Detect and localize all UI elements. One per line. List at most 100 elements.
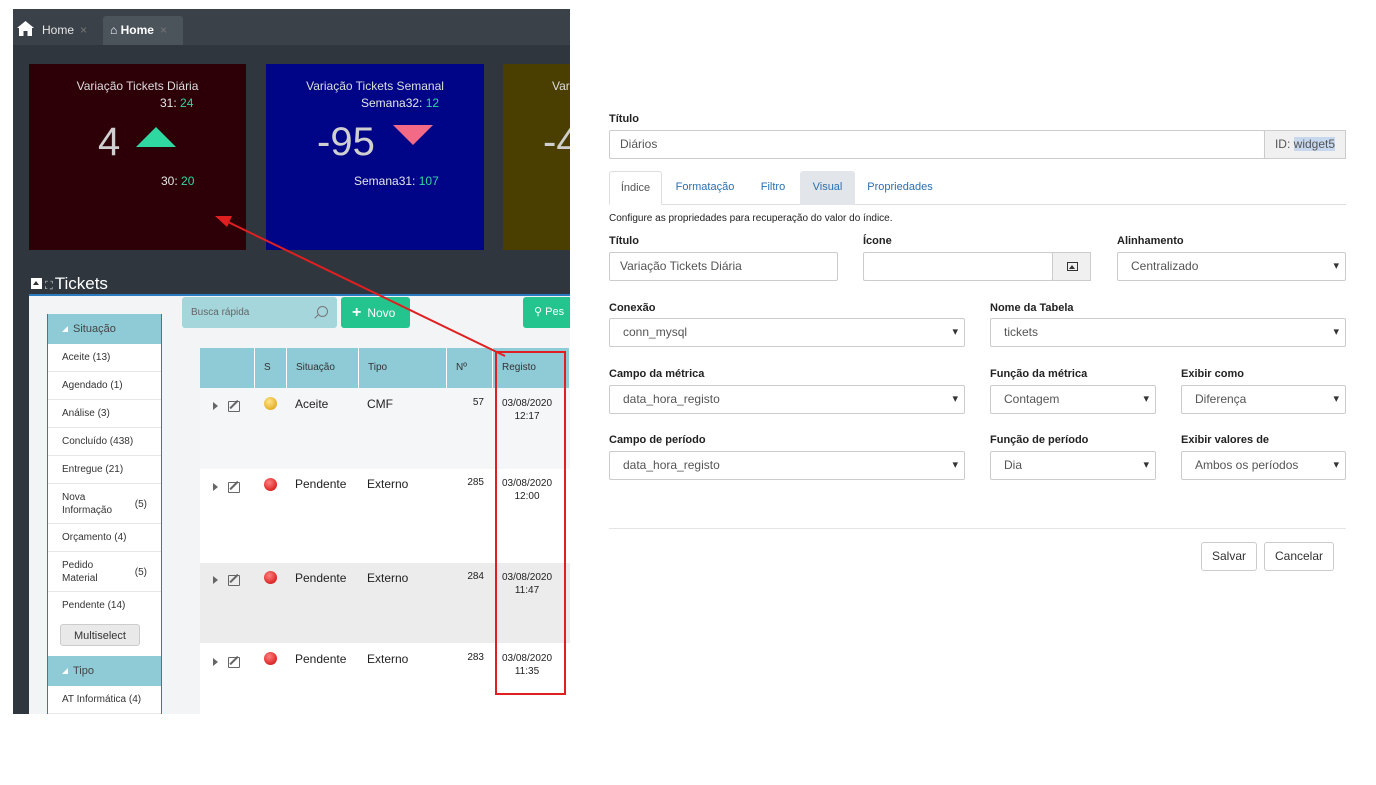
- field-exibir-select[interactable]: Diferença: [1181, 385, 1346, 414]
- filter-label: Pendente (14): [62, 600, 126, 611]
- field-exibir-label: Exibir como: [1181, 368, 1244, 380]
- icon-picker-button[interactable]: [1052, 252, 1091, 281]
- title-input[interactable]: Diários: [609, 130, 1265, 159]
- tab-home-2[interactable]: ⌂ Home ×: [103, 16, 183, 45]
- field-funcao-metrica-select[interactable]: Contagem: [990, 385, 1156, 414]
- new-button[interactable]: + Novo: [341, 297, 410, 328]
- expand-row-icon[interactable]: [213, 402, 218, 410]
- close-icon[interactable]: ×: [80, 23, 87, 37]
- cell-num: 285: [467, 477, 484, 488]
- filter-group-tipo[interactable]: Tipo: [48, 656, 161, 686]
- expand-row-icon[interactable]: [213, 483, 218, 491]
- filter-group-situacao[interactable]: Situação: [48, 314, 161, 344]
- field-campo-periodo-select[interactable]: data_hora_registo: [609, 451, 965, 480]
- table-header[interactable]: Nº: [447, 348, 493, 388]
- filter-item[interactable]: Entregue (21): [48, 456, 161, 484]
- id-value[interactable]: widget5: [1293, 137, 1336, 151]
- tab-home-1[interactable]: Home ×: [39, 16, 109, 45]
- filter-item[interactable]: Nova Informação (5): [48, 484, 161, 524]
- save-button[interactable]: Salvar: [1201, 542, 1257, 571]
- edit-icon[interactable]: [228, 482, 240, 493]
- widget-big-value: -4: [543, 120, 570, 164]
- title-label: Título: [609, 113, 639, 125]
- tab-formatacao[interactable]: Formatação: [670, 171, 740, 205]
- cancel-button[interactable]: Cancelar: [1264, 542, 1334, 571]
- status-red-icon: [264, 478, 277, 491]
- cell-situacao: Pendente: [295, 571, 347, 585]
- expand-row-icon[interactable]: [213, 576, 218, 584]
- section-title-text: Tickets: [54, 274, 108, 293]
- multiselect-button[interactable]: Multiselect: [60, 624, 140, 646]
- tab-propriedades[interactable]: Propriedades: [862, 171, 938, 205]
- filter-item[interactable]: AT Informática (4): [48, 686, 161, 714]
- edit-icon[interactable]: [228, 401, 240, 412]
- expand-icon[interactable]: ⛶: [45, 280, 53, 292]
- field-titulo-input[interactable]: Variação Tickets Diária: [609, 252, 838, 281]
- cell-num: 57: [472, 397, 484, 408]
- filter-item[interactable]: Aceite (13): [48, 344, 161, 372]
- widget-bottom-value: 107: [418, 174, 439, 188]
- tab-indice[interactable]: Índice: [609, 171, 662, 205]
- widget-bottom-label: Semana31:: [354, 174, 416, 188]
- expand-row-icon[interactable]: [213, 658, 218, 666]
- tab-filtro[interactable]: Filtro: [751, 171, 795, 205]
- filter-count: (5): [134, 499, 147, 510]
- widget-bottom-line: 30: 20: [161, 174, 194, 188]
- table-header-actions: [200, 348, 255, 388]
- field-alinhamento-select[interactable]: Centralizado: [1117, 252, 1346, 281]
- filter-item[interactable]: Agendado (1): [48, 372, 161, 400]
- close-icon[interactable]: ×: [160, 23, 167, 37]
- filter-item[interactable]: Concluído (438): [48, 428, 161, 456]
- widget-weekly[interactable]: Variação Tickets Semanal Semana32: 12 -9…: [266, 64, 484, 250]
- filter-item[interactable]: Pedido Material (5): [48, 552, 161, 592]
- filter-item[interactable]: Pendente (14): [48, 592, 161, 620]
- field-exibir-valores-label: Exibir valores de: [1181, 434, 1270, 446]
- widget-daily[interactable]: Variação Tickets Diária 31: 24 4 30: 20: [29, 64, 246, 250]
- widget-third[interactable]: Vari -4: [503, 64, 570, 250]
- field-campo-metrica-select[interactable]: data_hora_registo: [609, 385, 965, 414]
- id-label: ID:: [1274, 137, 1291, 151]
- table-header[interactable]: Situação: [287, 348, 359, 388]
- search-icon: ⚲: [534, 306, 543, 318]
- status-yellow-icon: [264, 397, 277, 410]
- filter-item[interactable]: Análise (3): [48, 400, 161, 428]
- table-header[interactable]: Tipo: [359, 348, 447, 388]
- field-icone-input[interactable]: [863, 252, 1053, 281]
- home-icon: ⌂: [110, 23, 118, 37]
- edit-icon[interactable]: [228, 575, 240, 586]
- plus-icon: +: [352, 304, 362, 321]
- cell-situacao: Aceite: [295, 397, 329, 411]
- widget-top-line: Semana32: 12: [361, 96, 439, 110]
- hint-text: Configure as propriedades para recuperaç…: [609, 213, 893, 224]
- widget-bottom-line: Semana31: 107: [354, 174, 439, 188]
- filter-label: Análise (3): [62, 408, 110, 419]
- widget-top-value: 24: [180, 96, 194, 110]
- id-addon: ID: widget5: [1264, 130, 1346, 159]
- field-funcao-periodo-label: Função de período: [990, 434, 1089, 446]
- table-header[interactable]: S: [255, 348, 287, 388]
- collapse-icon[interactable]: [31, 278, 42, 289]
- field-tabela-select[interactable]: tickets: [990, 318, 1346, 347]
- search-button[interactable]: ⚲ Pes: [523, 297, 570, 328]
- cell-situacao: Pendente: [295, 652, 347, 666]
- search-icon[interactable]: [317, 306, 328, 317]
- widget-bottom-value: 20: [181, 174, 195, 188]
- widget-big-value: 4: [98, 120, 121, 164]
- filter-label: Agendado (1): [62, 380, 123, 391]
- widget-big-value: -95: [317, 120, 375, 164]
- widget-top-label: Semana32:: [361, 96, 423, 110]
- cell-tipo: Externo: [367, 571, 409, 585]
- edit-icon[interactable]: [228, 657, 240, 668]
- search-placeholder: Busca rápida: [191, 307, 250, 318]
- filter-item[interactable]: Orçamento (4): [48, 524, 161, 552]
- tickets-panel: Situação Aceite (13) Agendado (1) Anális…: [29, 294, 570, 714]
- home-icon[interactable]: [16, 20, 35, 37]
- quick-search-input[interactable]: Busca rápida: [182, 297, 337, 328]
- triangle-down-icon: [393, 125, 433, 145]
- new-button-label: Novo: [367, 306, 396, 320]
- field-conexao-select[interactable]: conn_mysql: [609, 318, 965, 347]
- tab-visual[interactable]: Visual: [800, 171, 855, 205]
- field-funcao-periodo-select[interactable]: Dia: [990, 451, 1156, 480]
- field-exibir-valores-select[interactable]: Ambos os períodos: [1181, 451, 1346, 480]
- field-campo-metrica-label: Campo da métrica: [609, 368, 705, 380]
